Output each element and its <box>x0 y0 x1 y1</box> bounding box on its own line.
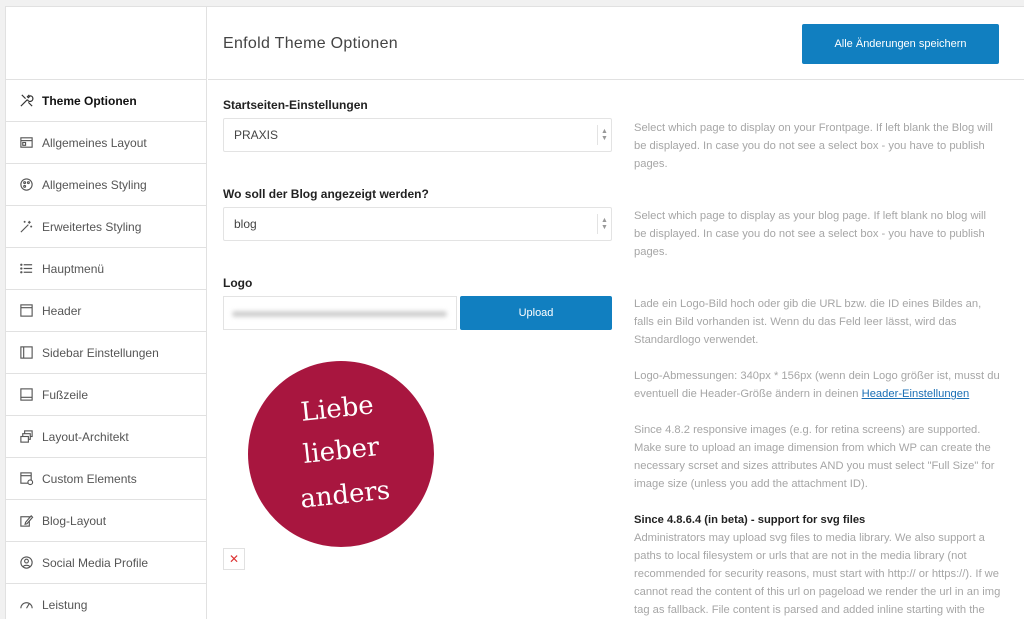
sidebar-item-layout-architekt[interactable]: Layout-Architekt <box>6 416 206 458</box>
frontpage-label: Startseiten-Einstellungen <box>223 98 368 112</box>
header-settings-link[interactable]: Header-Einstellungen <box>862 388 970 400</box>
sidebar-item-header[interactable]: Header <box>6 290 206 332</box>
blog-edit-icon <box>18 513 34 529</box>
sidebar-item-social-media-profile[interactable]: Social Media Profile <box>6 542 206 584</box>
blogpage-label: Wo soll der Blog angezeigt werden? <box>223 187 429 201</box>
frontpage-select[interactable]: PRAXIS ▲ ▼ <box>223 118 612 152</box>
sidebar-item-label: Fußzeile <box>42 387 89 402</box>
sidebar-item-leistung[interactable]: Leistung <box>6 584 206 619</box>
frontpage-description: Select which page to display on your Fro… <box>634 122 993 170</box>
page-header: Enfold Theme Optionen Alle Änderungen sp… <box>208 7 1024 80</box>
blurred-url-text <box>232 311 447 317</box>
select-arrows-icon: ▲ ▼ <box>597 214 611 234</box>
sidebar-item-label: Theme Optionen <box>42 93 137 108</box>
main-content: Enfold Theme Optionen Alle Änderungen sp… <box>208 7 1024 619</box>
logo-preview-image: Liebe lieber anders <box>246 359 436 549</box>
palette-icon <box>18 177 34 193</box>
custom-elements-icon <box>18 471 34 487</box>
sidebar-item-label: Blog-Layout <box>42 513 107 528</box>
page-title: Enfold Theme Optionen <box>223 35 399 52</box>
sidebar-item-label: Header <box>42 303 82 318</box>
frontpage-select-value: PRAXIS <box>234 128 279 142</box>
sidebar-item-blog-layout[interactable]: Blog-Layout <box>6 500 206 542</box>
gauge-icon <box>18 597 34 613</box>
footer-icon <box>18 387 34 403</box>
sidebar-item-label: Sidebar Einstellungen <box>42 345 159 360</box>
upload-button[interactable]: Upload <box>460 296 612 330</box>
magic-wand-icon <box>18 219 34 235</box>
sidebar-item-label: Erweitertes Styling <box>42 219 142 234</box>
header-icon <box>18 303 34 319</box>
remove-logo-button[interactable]: ✕ <box>223 548 245 570</box>
layers-icon <box>18 429 34 445</box>
sidebar-item-label: Hauptmenü <box>42 261 105 276</box>
blogpage-select-value: blog <box>234 217 257 231</box>
layout-icon <box>18 135 34 151</box>
blogpage-description: Select which page to display as your blo… <box>634 210 986 258</box>
sidebar-item-label: Allgemeines Styling <box>42 177 147 192</box>
svg-support-heading: Since 4.8.6.4 (in beta) - support for sv… <box>634 514 866 526</box>
logo-description-1: Lade ein Logo-Bild hoch oder gib die URL… <box>634 298 982 346</box>
tools-icon <box>18 93 34 109</box>
logo-url-input[interactable] <box>223 296 457 330</box>
close-icon: ✕ <box>228 552 240 566</box>
save-all-button[interactable]: Alle Änderungen speichern <box>802 24 999 64</box>
sidebar-item-label: Custom Elements <box>42 471 137 486</box>
sidebar-item-allgemeines-layout[interactable]: Allgemeines Layout <box>6 122 206 164</box>
sidebar-item-label: Layout-Architekt <box>42 429 129 444</box>
sidebar-item-erweitertes-styling[interactable]: Erweitertes Styling <box>6 206 206 248</box>
logo-description-3: Since 4.8.2 responsive images (e.g. for … <box>634 424 995 490</box>
menu-list-icon <box>18 261 34 277</box>
select-arrows-icon: ▲ ▼ <box>597 125 611 145</box>
sidebar: Theme Optionen Allgemeines Layout Allgem… <box>6 7 207 619</box>
sidebar-item-hauptmenue[interactable]: Hauptmenü <box>6 248 206 290</box>
sidebar-item-label: Leistung <box>42 597 88 612</box>
sidebar-item-theme-optionen[interactable]: Theme Optionen <box>6 80 206 122</box>
sidebar-item-label: Social Media Profile <box>42 555 149 570</box>
sidebar-header <box>6 7 206 80</box>
options-panel: Theme Optionen Allgemeines Layout Allgem… <box>5 6 1024 619</box>
sidebar-icon <box>18 345 34 361</box>
blogpage-select[interactable]: blog ▲ ▼ <box>223 207 612 241</box>
sidebar-item-custom-elements[interactable]: Custom Elements <box>6 458 206 500</box>
sidebar-item-sidebar-einstellungen[interactable]: Sidebar Einstellungen <box>6 332 206 374</box>
svg-support-text: Administrators may upload svg files to m… <box>634 532 1001 616</box>
social-icon <box>18 555 34 571</box>
sidebar-item-allgemeines-styling[interactable]: Allgemeines Styling <box>6 164 206 206</box>
svg-support-block: Since 4.8.6.4 (in beta) - support for sv… <box>634 511 1001 619</box>
logo-label: Logo <box>223 276 253 290</box>
logo-description-2: Logo-Abmessungen: 340px * 156px (wenn de… <box>634 367 1001 403</box>
sidebar-item-label: Allgemeines Layout <box>42 135 147 150</box>
sidebar-item-fusszeile[interactable]: Fußzeile <box>6 374 206 416</box>
